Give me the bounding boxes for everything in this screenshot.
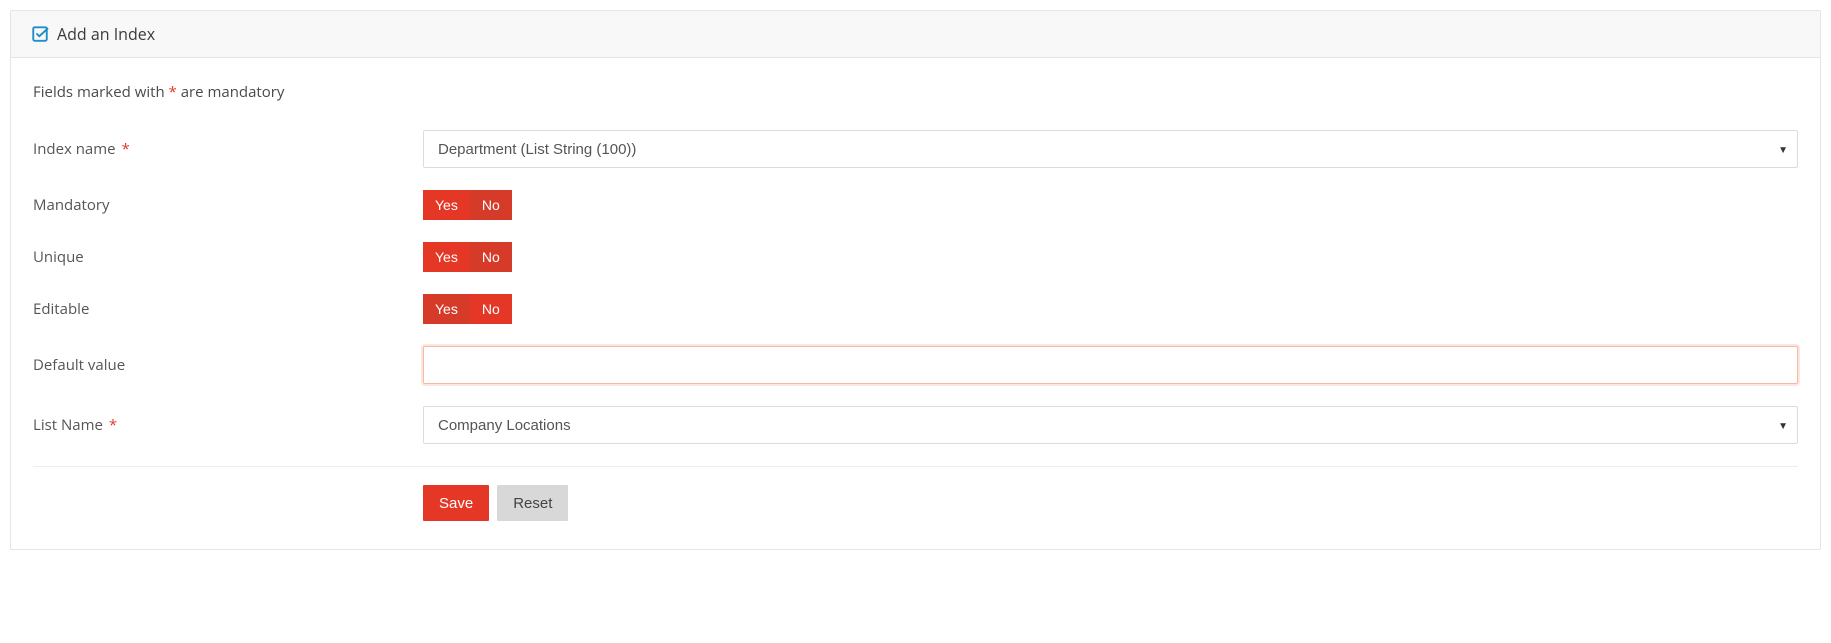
label-mandatory: Mandatory <box>33 195 423 215</box>
control-default-value <box>423 346 1798 384</box>
row-default-value: Default value <box>33 346 1798 384</box>
reset-button[interactable]: Reset <box>497 485 568 521</box>
label-list-name-text: List Name <box>33 415 103 435</box>
label-editable: Editable <box>33 299 423 319</box>
control-editable: Yes No <box>423 294 1798 324</box>
divider <box>33 466 1798 467</box>
note-prefix: Fields marked with <box>33 82 169 102</box>
button-row: Save Reset <box>423 485 1798 521</box>
control-mandatory: Yes No <box>423 190 1798 220</box>
mandatory-no-button[interactable]: No <box>470 190 512 220</box>
editable-yes-button[interactable]: Yes <box>423 294 470 324</box>
asterisk-icon: * <box>169 82 177 102</box>
editable-toggle: Yes No <box>423 294 512 324</box>
row-unique: Unique Yes No <box>33 242 1798 272</box>
label-default-value: Default value <box>33 355 423 375</box>
check-square-icon <box>31 25 49 43</box>
mandatory-yes-button[interactable]: Yes <box>423 190 470 220</box>
list-name-select-wrap: Company Locations ▼ <box>423 406 1798 444</box>
add-index-panel: Add an Index Fields marked with * are ma… <box>10 10 1821 550</box>
asterisk-icon: * <box>122 139 130 159</box>
panel-header: Add an Index <box>11 11 1820 58</box>
mandatory-note: Fields marked with * are mandatory <box>33 82 1798 102</box>
editable-no-button[interactable]: No <box>470 294 512 324</box>
unique-no-button[interactable]: No <box>470 242 512 272</box>
label-index-name-text: Index name <box>33 139 116 159</box>
panel-body: Fields marked with * are mandatory Index… <box>11 58 1820 549</box>
label-unique: Unique <box>33 247 423 267</box>
row-editable: Editable Yes No <box>33 294 1798 324</box>
label-list-name: List Name * <box>33 415 423 435</box>
control-index-name: Department (List String (100)) ▼ <box>423 130 1798 168</box>
save-button[interactable]: Save <box>423 485 489 521</box>
mandatory-toggle: Yes No <box>423 190 512 220</box>
panel-title: Add an Index <box>57 23 155 45</box>
control-unique: Yes No <box>423 242 1798 272</box>
unique-yes-button[interactable]: Yes <box>423 242 470 272</box>
default-value-input[interactable] <box>423 346 1798 384</box>
row-list-name: List Name * Company Locations ▼ <box>33 406 1798 444</box>
list-name-select[interactable]: Company Locations <box>423 406 1798 444</box>
unique-toggle: Yes No <box>423 242 512 272</box>
control-list-name: Company Locations ▼ <box>423 406 1798 444</box>
row-mandatory: Mandatory Yes No <box>33 190 1798 220</box>
index-name-select-wrap: Department (List String (100)) ▼ <box>423 130 1798 168</box>
row-index-name: Index name * Department (List String (10… <box>33 130 1798 168</box>
note-suffix: are mandatory <box>177 82 285 102</box>
index-name-select[interactable]: Department (List String (100)) <box>423 130 1798 168</box>
asterisk-icon: * <box>109 415 117 435</box>
label-index-name: Index name * <box>33 139 423 159</box>
